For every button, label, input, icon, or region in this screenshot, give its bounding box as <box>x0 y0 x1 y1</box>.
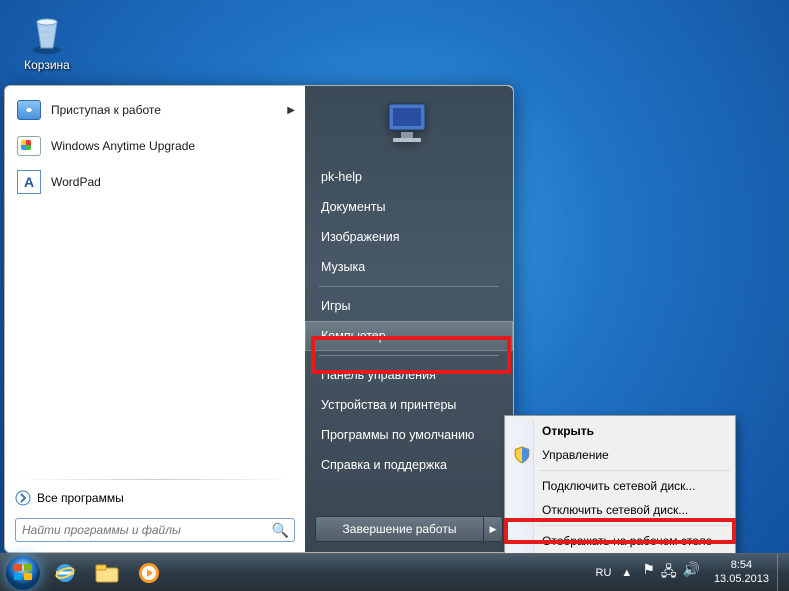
program-label: WordPad <box>51 175 101 189</box>
separator <box>319 355 499 356</box>
volume-icon[interactable]: 🔊 <box>683 561 700 585</box>
separator <box>319 286 499 287</box>
program-label: Windows Anytime Upgrade <box>51 139 195 153</box>
search-box: 🔍 <box>15 518 295 542</box>
start-menu-right-pane: pk-help Документы Изображения Музыка Игр… <box>305 86 513 552</box>
start-menu-left-pane: Приступая к работе ▶ Windows Anytime Upg… <box>5 86 305 552</box>
right-item-control-panel[interactable]: Панель управления <box>305 360 513 390</box>
ctx-label: Управление <box>542 448 609 462</box>
right-item-default-programs[interactable]: Программы по умолчанию <box>305 420 513 450</box>
separator <box>538 525 730 526</box>
pinned-programs-list: Приступая к работе ▶ Windows Anytime Upg… <box>5 86 305 475</box>
ctx-item-open[interactable]: Открыть <box>508 419 732 443</box>
action-center-icon[interactable]: ⚑ <box>642 561 655 585</box>
shield-icon <box>513 446 531 464</box>
wordpad-icon: A <box>15 168 43 196</box>
network-icon[interactable]: 🖧 <box>661 561 677 585</box>
right-item-help[interactable]: Справка и поддержка <box>305 450 513 480</box>
search-icon: 🔍 <box>272 522 289 539</box>
recycle-bin-label: Корзина <box>12 58 82 72</box>
system-tray: RU ▲ ⚑ 🖧 🔊 8:54 13.05.2013 <box>590 554 787 591</box>
show-desktop-button[interactable] <box>777 554 787 591</box>
submenu-arrow-icon: ▶ <box>287 105 295 116</box>
right-item-computer[interactable]: Компьютер <box>305 321 513 351</box>
taskbar-ie[interactable] <box>45 558 85 588</box>
language-indicator[interactable]: RU <box>590 567 618 579</box>
right-item-pictures[interactable]: Изображения <box>305 222 513 252</box>
user-picture-icon[interactable] <box>374 96 444 150</box>
taskbar-explorer[interactable] <box>87 558 127 588</box>
shutdown-options-arrow[interactable]: ▶ <box>483 516 503 542</box>
start-menu: Приступая к работе ▶ Windows Anytime Upg… <box>4 85 514 553</box>
right-item-music[interactable]: Музыка <box>305 252 513 282</box>
right-item-devices[interactable]: Устройства и принтеры <box>305 390 513 420</box>
getting-started-icon <box>15 96 43 124</box>
separator <box>15 479 295 480</box>
right-item-games[interactable]: Игры <box>305 291 513 321</box>
program-item-getting-started[interactable]: Приступая к работе ▶ <box>9 92 301 128</box>
anytime-upgrade-icon <box>15 132 43 160</box>
start-button[interactable] <box>2 554 44 591</box>
ctx-item-map-drive[interactable]: Подключить сетевой диск... <box>508 474 732 498</box>
tray-overflow-icon[interactable]: ▲ <box>617 567 636 579</box>
clock[interactable]: 8:54 13.05.2013 <box>706 559 777 585</box>
search-input[interactable] <box>15 518 295 542</box>
program-item-anytime-upgrade[interactable]: Windows Anytime Upgrade <box>9 128 301 164</box>
program-label: Приступая к работе <box>51 103 161 117</box>
shutdown-group: Завершение работы ▶ <box>315 516 503 542</box>
separator <box>538 470 730 471</box>
taskbar-wmplayer[interactable] <box>129 558 169 588</box>
ctx-item-unmap-drive[interactable]: Отключить сетевой диск... <box>508 498 732 522</box>
clock-time: 8:54 <box>714 559 769 572</box>
all-programs-label: Все программы <box>37 491 124 505</box>
right-item-documents[interactable]: Документы <box>305 192 513 222</box>
recycle-bin-icon <box>23 8 71 56</box>
all-programs-button[interactable]: Все программы <box>5 484 305 512</box>
right-item-user[interactable]: pk-help <box>305 162 513 192</box>
taskbar: RU ▲ ⚑ 🖧 🔊 8:54 13.05.2013 <box>0 553 789 591</box>
ctx-item-manage[interactable]: Управление <box>508 443 732 467</box>
arrow-right-icon <box>15 490 31 506</box>
desktop-icon-recycle-bin[interactable]: Корзина <box>12 8 82 72</box>
user-folders-list: pk-help Документы Изображения Музыка Игр… <box>305 162 513 510</box>
shutdown-button[interactable]: Завершение работы <box>315 516 483 542</box>
program-item-wordpad[interactable]: A WordPad <box>9 164 301 200</box>
clock-date: 13.05.2013 <box>714 573 769 586</box>
ctx-item-show-on-desktop[interactable]: Отображать на рабочем столе <box>508 529 732 553</box>
